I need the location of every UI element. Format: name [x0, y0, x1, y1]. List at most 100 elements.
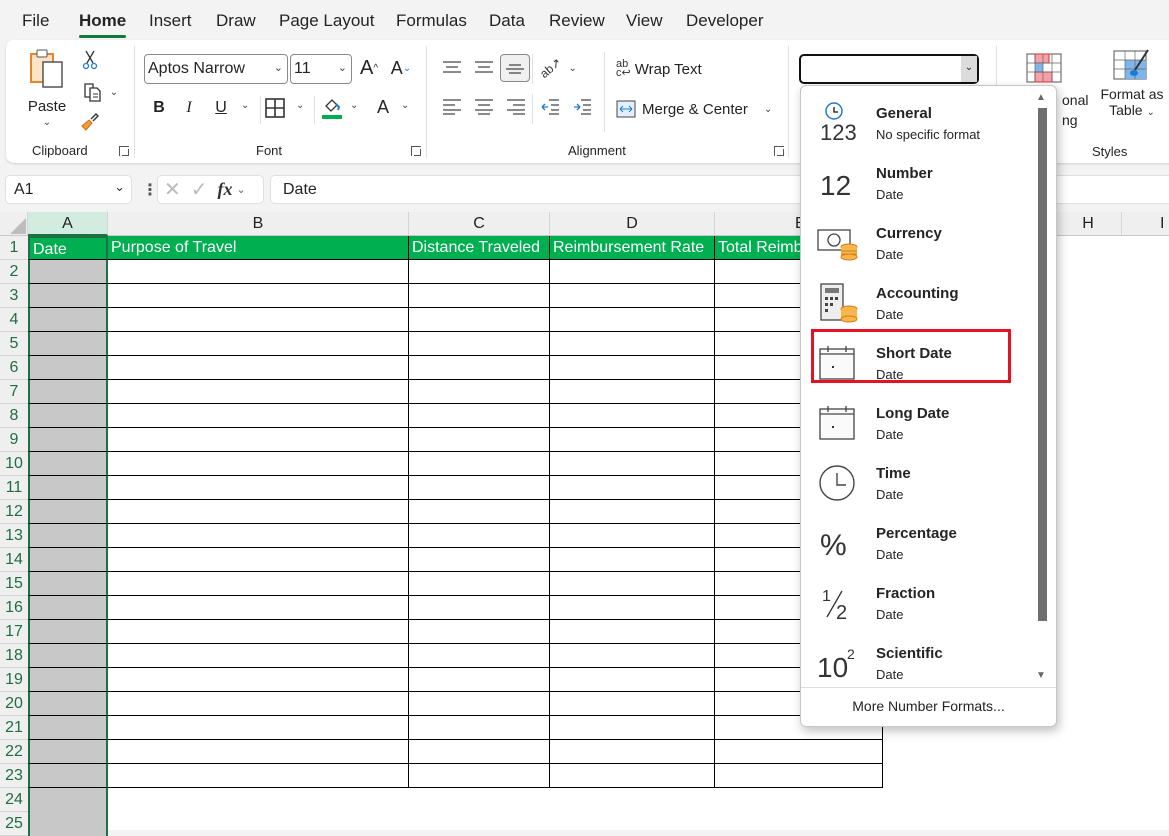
more-number-formats-link[interactable]: More Number Formats... — [801, 698, 1056, 714]
tab-data[interactable]: Data — [489, 11, 525, 31]
table-cell[interactable] — [28, 332, 108, 356]
table-cell[interactable] — [550, 644, 715, 668]
table-cell[interactable] — [715, 764, 883, 788]
font-color-button[interactable]: A — [372, 94, 394, 120]
table-cell[interactable] — [409, 404, 550, 428]
row-header[interactable]: 15 — [0, 572, 28, 596]
table-cell[interactable] — [550, 548, 715, 572]
table-cell[interactable] — [108, 716, 409, 740]
table-cell[interactable] — [108, 260, 409, 284]
dropdown-scrollbar[interactable]: ▲ ▼ — [1036, 92, 1048, 684]
table-cell[interactable] — [28, 788, 108, 812]
font-size-combo[interactable]: 11 ⌄ — [290, 54, 352, 84]
conditional-formatting-icon-button[interactable] — [1024, 52, 1064, 84]
row-header[interactable]: 14 — [0, 548, 28, 572]
format-as-table-button[interactable]: Format as Table ⌄ — [1096, 48, 1168, 132]
table-cell[interactable] — [409, 428, 550, 452]
row-header[interactable]: 10 — [0, 452, 28, 476]
decrease-indent-button[interactable] — [538, 96, 562, 118]
wrap-text-button[interactable]: ab c↩ Wrap Text — [616, 56, 702, 82]
table-cell[interactable] — [28, 500, 108, 524]
table-cell[interactable] — [108, 356, 409, 380]
increase-font-button[interactable]: A ^ — [356, 54, 382, 82]
table-cell[interactable] — [409, 596, 550, 620]
tab-insert[interactable]: Insert — [149, 11, 192, 31]
paste-button[interactable]: Paste ⌄ — [26, 48, 68, 138]
table-cell[interactable] — [550, 740, 715, 764]
table-cell[interactable] — [409, 668, 550, 692]
table-cell[interactable] — [28, 572, 108, 596]
align-center-button[interactable] — [472, 96, 496, 118]
table-cell[interactable] — [409, 380, 550, 404]
header-cell[interactable]: Date — [28, 236, 108, 260]
scroll-down-icon[interactable]: ▼ — [1036, 670, 1046, 681]
conditional-formatting-label[interactable]: onal — [1062, 92, 1088, 108]
name-box[interactable]: A1 ⌄ — [5, 175, 132, 204]
table-cell[interactable] — [550, 596, 715, 620]
table-cell[interactable] — [715, 740, 883, 764]
row-header[interactable]: 22 — [0, 740, 28, 764]
tab-draw[interactable]: Draw — [216, 11, 256, 31]
table-cell[interactable] — [28, 692, 108, 716]
table-cell[interactable] — [108, 308, 409, 332]
table-cell[interactable] — [108, 596, 409, 620]
table-cell[interactable] — [409, 572, 550, 596]
column-header-c[interactable]: C — [409, 212, 550, 236]
table-cell[interactable] — [108, 572, 409, 596]
header-cell[interactable]: Reimbursement Rate — [550, 236, 715, 260]
orientation-button[interactable]: ab↗ ⌄ — [537, 54, 578, 82]
format-item-short-date[interactable]: Short Date Date — [801, 329, 1037, 392]
table-cell[interactable] — [409, 452, 550, 476]
row-header[interactable]: 6 — [0, 356, 28, 380]
row-header[interactable]: 20 — [0, 692, 28, 716]
tab-page-layout[interactable]: Page Layout — [279, 11, 374, 31]
table-cell[interactable] — [28, 428, 108, 452]
table-cell[interactable] — [28, 524, 108, 548]
table-cell[interactable] — [28, 668, 108, 692]
table-cell[interactable] — [409, 500, 550, 524]
table-cell[interactable] — [409, 548, 550, 572]
table-cell[interactable] — [108, 764, 409, 788]
row-header[interactable]: 17 — [0, 620, 28, 644]
fill-color-chevron-icon[interactable]: ⌄ — [350, 100, 358, 111]
enter-icon[interactable]: ✓ — [191, 177, 208, 202]
table-cell[interactable] — [550, 500, 715, 524]
fill-color-button[interactable] — [320, 94, 344, 122]
select-all-button[interactable] — [0, 212, 28, 236]
font-color-chevron-icon[interactable]: ⌄ — [401, 100, 409, 111]
scrollbar-thumb[interactable] — [1038, 108, 1047, 621]
row-header[interactable]: 18 — [0, 644, 28, 668]
table-cell[interactable] — [550, 524, 715, 548]
table-cell[interactable] — [550, 692, 715, 716]
table-cell[interactable] — [409, 476, 550, 500]
table-cell[interactable] — [108, 428, 409, 452]
table-cell[interactable] — [108, 524, 409, 548]
table-cell[interactable] — [28, 404, 108, 428]
table-cell[interactable] — [28, 644, 108, 668]
format-item-scientific[interactable]: 10 2 Scientific Date — [801, 632, 1037, 692]
insert-function-icon[interactable]: fx — [218, 179, 233, 200]
format-painter-button[interactable] — [78, 110, 102, 134]
table-cell[interactable] — [550, 620, 715, 644]
header-cell[interactable]: Purpose of Travel — [108, 236, 409, 260]
italic-button[interactable]: I — [178, 96, 200, 120]
conditional-formatting-label-2[interactable]: ng — [1062, 112, 1078, 128]
number-format-combo[interactable]: ⌄ — [799, 54, 979, 84]
underline-button[interactable]: U — [210, 96, 232, 120]
alignment-launcher-icon[interactable] — [774, 146, 784, 156]
table-cell[interactable] — [108, 500, 409, 524]
row-header[interactable]: 2 — [0, 260, 28, 284]
table-cell[interactable] — [28, 596, 108, 620]
table-cell[interactable] — [28, 716, 108, 740]
row-header[interactable]: 5 — [0, 332, 28, 356]
tab-developer[interactable]: Developer — [686, 11, 764, 31]
row-header[interactable]: 21 — [0, 716, 28, 740]
format-item-time[interactable]: Time Date — [801, 452, 1037, 512]
table-cell[interactable] — [550, 284, 715, 308]
align-right-button[interactable] — [504, 96, 528, 118]
row-header[interactable]: 7 — [0, 380, 28, 404]
table-cell[interactable] — [409, 692, 550, 716]
table-cell[interactable] — [409, 284, 550, 308]
table-cell[interactable] — [108, 476, 409, 500]
table-cell[interactable] — [409, 740, 550, 764]
